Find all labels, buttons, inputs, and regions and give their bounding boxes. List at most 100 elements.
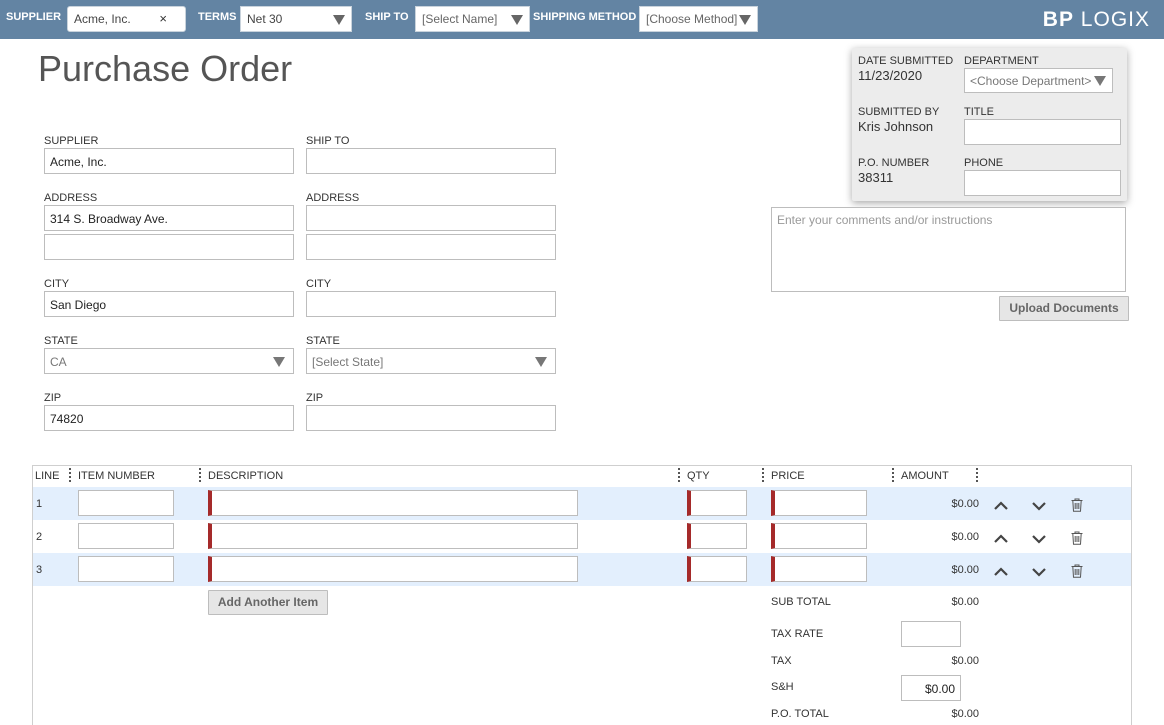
po-total-label: P.O. TOTAL [771, 708, 829, 720]
title-field[interactable] [964, 119, 1121, 145]
shipto-zip-label: ZIP [306, 392, 324, 404]
column-resize-handle[interactable] [678, 468, 681, 484]
clear-icon[interactable]: × [159, 11, 167, 26]
trash-icon[interactable] [1071, 498, 1083, 512]
line-number: 3 [36, 564, 43, 576]
comments-textarea[interactable]: Enter your comments and/or instructions [771, 207, 1126, 292]
price-field[interactable] [771, 556, 867, 582]
date-submitted-label: DATE SUBMITTED [858, 55, 954, 67]
upload-documents-button[interactable]: Upload Documents [999, 296, 1129, 321]
chevron-down-icon [535, 357, 547, 367]
qty-field[interactable] [687, 523, 747, 549]
supplier-address1-field[interactable]: 314 S. Broadway Ave. [44, 205, 294, 231]
price-field[interactable] [771, 490, 867, 516]
date-submitted-value: 11/23/2020 [858, 68, 923, 83]
item-number-field[interactable] [78, 490, 174, 516]
shipto-address1-field[interactable] [306, 205, 556, 231]
bp-logix-logo: BP LOGIX [1042, 8, 1150, 31]
topbar-shipto-select[interactable]: [Select Name] [415, 6, 530, 32]
amount-value: $0.00 [951, 531, 979, 543]
topbar-shipping-method-label: SHIPPING METHOD [533, 11, 637, 23]
supplier-state-select[interactable]: CA [44, 348, 294, 374]
topbar-shipping-method-select[interactable]: [Choose Method] [639, 6, 758, 32]
tax-value: $0.00 [951, 655, 979, 667]
amount-value: $0.00 [951, 564, 979, 576]
tax-rate-field[interactable] [901, 621, 961, 647]
description-field[interactable] [208, 490, 578, 516]
shipto-state-placeholder: [Select State] [312, 355, 384, 369]
chevron-up-icon[interactable] [994, 531, 1008, 545]
sh-field[interactable]: $0.00 [901, 675, 961, 701]
chevron-down-icon [333, 15, 345, 25]
topbar-shipto-value: [Select Name] [422, 12, 498, 26]
header-item-number: ITEM NUMBER [78, 470, 155, 482]
column-resize-handle[interactable] [892, 468, 895, 484]
shipto-name-field[interactable] [306, 148, 556, 174]
header-price: PRICE [771, 470, 805, 482]
column-resize-handle[interactable] [976, 468, 979, 484]
chevron-down-icon[interactable] [1032, 566, 1046, 580]
department-placeholder: <Choose Department> [970, 74, 1092, 88]
chevron-down-icon [511, 15, 523, 25]
tax-label: TAX [771, 655, 792, 667]
supplier-city-field[interactable]: San Diego [44, 291, 294, 317]
department-select[interactable]: <Choose Department> [964, 68, 1113, 93]
supplier-state-value: CA [50, 355, 67, 369]
add-another-item-button[interactable]: Add Another Item [208, 590, 328, 615]
column-resize-handle[interactable] [69, 468, 72, 484]
supplier-state-label: STATE [44, 335, 78, 347]
department-label: DEPARTMENT [964, 55, 1039, 67]
chevron-up-icon[interactable] [994, 564, 1008, 578]
shipto-label: SHIP TO [306, 135, 350, 147]
submitted-by-label: SUBMITTED BY [858, 106, 940, 118]
qty-field[interactable] [687, 490, 747, 516]
shipto-city-field[interactable] [306, 291, 556, 317]
topbar-terms-value: Net 30 [247, 12, 283, 26]
sh-label: S&H [771, 681, 794, 693]
po-total-value: $0.00 [951, 708, 979, 720]
column-resize-handle[interactable] [199, 468, 202, 484]
header-amount: AMOUNT [901, 470, 949, 482]
supplier-address2-field[interactable] [44, 234, 294, 260]
line-number: 2 [36, 531, 43, 543]
subtotal-value: $0.00 [951, 596, 979, 608]
shipto-zip-field[interactable] [306, 405, 556, 431]
item-number-field[interactable] [78, 523, 174, 549]
item-number-field[interactable] [78, 556, 174, 582]
submitted-by-value: Kris Johnson [858, 119, 934, 134]
shipto-address2-field[interactable] [306, 234, 556, 260]
topbar-terms-select[interactable]: Net 30 [240, 6, 352, 32]
shipto-state-select[interactable]: [Select State] [306, 348, 556, 374]
header-line: LINE [35, 470, 60, 482]
trash-icon[interactable] [1071, 564, 1083, 578]
phone-label: PHONE [964, 157, 1004, 169]
phone-field[interactable] [964, 170, 1121, 196]
topbar-terms-label: TERMS [198, 11, 237, 23]
chevron-down-icon[interactable] [1032, 533, 1046, 547]
po-number-value: 38311 [858, 170, 894, 185]
header-qty: QTY [687, 470, 710, 482]
supplier-city-label: CITY [44, 278, 70, 290]
supplier-name-field[interactable]: Acme, Inc. [44, 148, 294, 174]
column-resize-handle[interactable] [762, 468, 765, 484]
topbar-shipto-label: SHIP TO [365, 11, 409, 23]
header-description: DESCRIPTION [208, 470, 284, 482]
title-label: TITLE [964, 106, 994, 118]
page-title: Purchase Order [38, 48, 293, 89]
shipto-address-label: ADDRESS [306, 192, 360, 204]
chevron-down-icon[interactable] [1032, 500, 1046, 514]
amount-value: $0.00 [951, 498, 979, 510]
description-field[interactable] [208, 556, 578, 582]
supplier-zip-field[interactable]: 74820 [44, 405, 294, 431]
trash-icon[interactable] [1071, 531, 1083, 545]
topbar-supplier-value: Acme, Inc. [74, 12, 131, 26]
tax-rate-label: TAX RATE [771, 628, 824, 640]
topbar-supplier-select[interactable]: Acme, Inc. × [67, 6, 186, 32]
description-field[interactable] [208, 523, 578, 549]
chevron-up-icon[interactable] [994, 498, 1008, 512]
supplier-zip-label: ZIP [44, 392, 62, 404]
price-field[interactable] [771, 523, 867, 549]
chevron-down-icon [1094, 76, 1106, 86]
shipto-city-label: CITY [306, 278, 332, 290]
qty-field[interactable] [687, 556, 747, 582]
